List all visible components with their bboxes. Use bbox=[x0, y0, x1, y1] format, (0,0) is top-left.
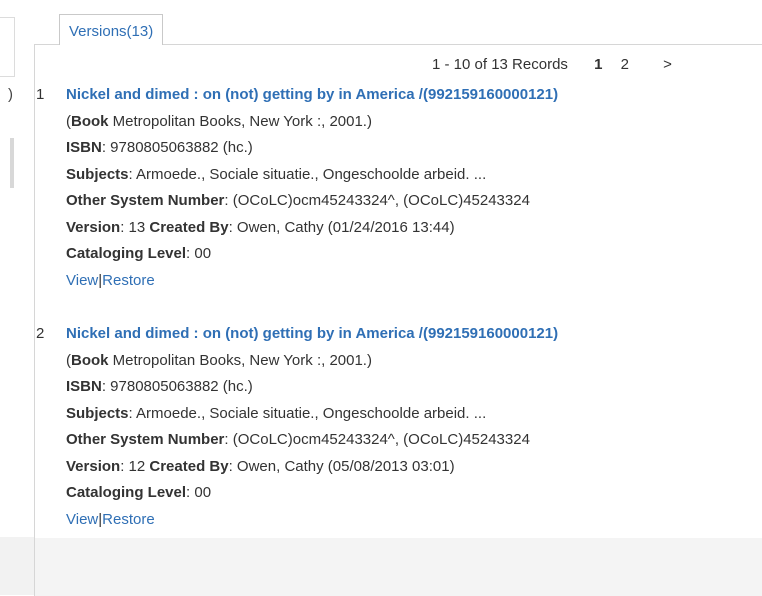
restore-link[interactable]: Restore bbox=[102, 511, 155, 528]
record-publication: (Book Metropolitan Books, New York :, 20… bbox=[66, 112, 372, 130]
record-number: 2 bbox=[36, 325, 45, 342]
record-isbn: ISBN: 9780805063882 (hc.) bbox=[66, 139, 253, 156]
record-title-link[interactable]: Nickel and dimed : on (not) getting by i… bbox=[66, 86, 558, 103]
panel-footer bbox=[35, 538, 762, 596]
record-other-system-number: Other System Number: (OCoLC)ocm45243324^… bbox=[66, 192, 530, 209]
page-1-current: 1 bbox=[594, 56, 603, 73]
pagination: 1 - 10 of 13 Records 1 2 > bbox=[432, 56, 694, 73]
record-other-system-number: Other System Number: (OCoLC)ocm45243324^… bbox=[66, 431, 530, 448]
record-cataloging-level: Cataloging Level: 00 bbox=[66, 484, 212, 501]
next-page-button[interactable]: > bbox=[663, 56, 672, 73]
record-actions: View|Restore bbox=[66, 510, 155, 528]
restore-link[interactable]: Restore bbox=[102, 272, 155, 289]
record-actions: View|Restore bbox=[66, 271, 155, 289]
record-version: Version: 13 Created By: Owen, Cathy (01/… bbox=[66, 218, 455, 236]
left-panel-box bbox=[0, 17, 15, 77]
record-version: Version: 12 Created By: Owen, Cathy (05/… bbox=[66, 457, 455, 475]
record-title-link[interactable]: Nickel and dimed : on (not) getting by i… bbox=[66, 325, 558, 342]
view-link[interactable]: View bbox=[66, 272, 98, 289]
record-cataloging-level: Cataloging Level: 00 bbox=[66, 245, 212, 262]
tab-versions[interactable]: Versions(13) bbox=[59, 14, 164, 45]
record-subjects: Subjects: Armoede., Sociale situatie., O… bbox=[66, 404, 487, 422]
left-panel-scrollbar[interactable] bbox=[10, 138, 14, 188]
records-range: 1 - 10 of 13 Records bbox=[432, 56, 568, 73]
record-publication: (Book Metropolitan Books, New York :, 20… bbox=[66, 351, 372, 369]
view-link[interactable]: View bbox=[66, 511, 98, 528]
record-subjects: Subjects: Armoede., Sociale situatie., O… bbox=[66, 165, 487, 183]
record-isbn: ISBN: 9780805063882 (hc.) bbox=[66, 378, 253, 395]
page-2-link[interactable]: 2 bbox=[621, 56, 629, 73]
left-panel-text: ) bbox=[8, 86, 13, 103]
record-number: 1 bbox=[36, 86, 45, 103]
